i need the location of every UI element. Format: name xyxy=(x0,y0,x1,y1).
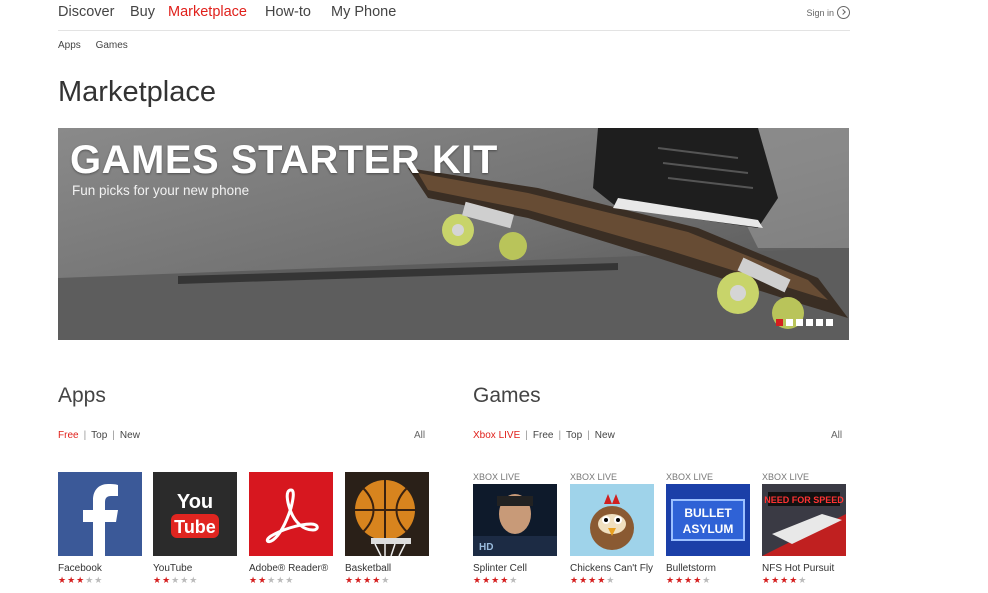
sub-navigation: Apps Games xyxy=(58,40,140,51)
facebook-icon xyxy=(58,472,142,556)
carousel-dot-4[interactable] xyxy=(806,319,813,326)
app-tile-adobe-reader[interactable]: Adobe® Reader® ★★★★★ xyxy=(249,472,333,586)
rating-stars: ★★★★★ xyxy=(249,575,295,585)
rating-stars: ★★★★★ xyxy=(345,575,391,585)
game-tile-nfs-hot-pursuit[interactable]: XBOX LIVE NEED FOR SPEED NFS Hot Pursuit… xyxy=(762,472,846,586)
app-name: YouTube xyxy=(153,563,193,574)
chicken-icon xyxy=(570,484,654,556)
game-name: NFS Hot Pursuit xyxy=(762,563,835,574)
xbox-live-badge: XBOX LIVE xyxy=(570,472,618,482)
app-name: Adobe® Reader® xyxy=(249,563,329,574)
hero-banner[interactable]: GAMES STARTER KIT Fun picks for your new… xyxy=(58,128,849,340)
carousel-indicators xyxy=(776,319,833,326)
nfs-icon: NEED FOR SPEED xyxy=(762,484,846,556)
xbox-live-badge: XBOX LIVE xyxy=(762,472,810,482)
svg-text:ASYLUM: ASYLUM xyxy=(683,522,734,536)
rating-stars: ★★★★★ xyxy=(58,575,104,585)
separator: | xyxy=(525,430,528,441)
separator: | xyxy=(558,430,562,441)
games-section-title: Games xyxy=(473,384,541,407)
game-tile-chickens-cant-fly[interactable]: XBOX LIVE Chickens Can't Fly ★★★★★ xyxy=(570,472,654,586)
game-name: Splinter Cell xyxy=(473,563,527,574)
games-filter-xbox-live[interactable]: Xbox LIVE xyxy=(473,430,520,441)
games-all-link[interactable]: All xyxy=(831,430,842,441)
svg-text:HD: HD xyxy=(479,542,493,553)
rating-stars: ★★★★★ xyxy=(473,575,519,585)
xbox-live-badge: XBOX LIVE xyxy=(666,472,714,482)
youtube-icon: You Tube xyxy=(153,472,237,556)
apps-filter-free[interactable]: Free xyxy=(58,430,79,441)
top-navigation: Discover Buy Marketplace How-to My Phone… xyxy=(58,4,850,31)
separator: | xyxy=(112,430,115,441)
game-tile-bulletstorm[interactable]: XBOX LIVE BULLET ASYLUM Bulletstorm ★★★★… xyxy=(666,472,750,586)
svg-text:You: You xyxy=(177,491,213,513)
game-name: Bulletstorm xyxy=(666,563,717,574)
nav-discover[interactable]: Discover xyxy=(58,4,114,20)
svg-text:NEED FOR SPEED: NEED FOR SPEED xyxy=(764,495,844,505)
hero-title: GAMES STARTER KIT xyxy=(70,138,498,182)
subnav-apps[interactable]: Apps xyxy=(58,40,81,51)
separator: | xyxy=(83,430,87,441)
apps-filter-new[interactable]: New xyxy=(120,430,140,441)
app-name: Basketball xyxy=(345,563,392,574)
page-title: Marketplace xyxy=(58,76,216,108)
nav-my-phone[interactable]: My Phone xyxy=(331,4,396,20)
app-name: Facebook xyxy=(58,563,102,574)
carousel-dot-5[interactable] xyxy=(816,319,823,326)
splinter-cell-icon: HD xyxy=(473,484,557,556)
app-tile-facebook[interactable]: Facebook ★★★★★ xyxy=(58,472,142,586)
games-filters: Xbox LIVE | Free | Top | New xyxy=(473,430,615,441)
nav-how-to[interactable]: How-to xyxy=(265,4,311,20)
rating-stars: ★★★★★ xyxy=(762,575,808,585)
app-tile-basketball[interactable]: Basketball ★★★★★ xyxy=(345,472,429,586)
apps-filters: Free | Top | New xyxy=(58,430,140,441)
xbox-live-badge: XBOX LIVE xyxy=(473,472,521,482)
carousel-dot-6[interactable] xyxy=(826,319,833,326)
apps-all-link[interactable]: All xyxy=(414,430,425,441)
carousel-dot-3[interactable] xyxy=(796,319,803,326)
game-tile-splinter-cell[interactable]: XBOX LIVE HD Splinter Cell ★★★★★ xyxy=(473,472,557,586)
nav-buy[interactable]: Buy xyxy=(130,4,155,20)
apps-section-title: Apps xyxy=(58,384,106,407)
app-tile-youtube[interactable]: You Tube YouTube ★★★★★ xyxy=(153,472,237,586)
sign-in-link[interactable]: Sign in xyxy=(806,6,850,19)
arrow-circle-icon xyxy=(837,6,850,19)
rating-stars: ★★★★★ xyxy=(666,575,712,585)
svg-text:BULLET: BULLET xyxy=(684,506,732,520)
carousel-dot-1[interactable] xyxy=(776,319,783,326)
separator: | xyxy=(587,430,590,441)
sign-in-label: Sign in xyxy=(806,7,834,18)
svg-text:Tube: Tube xyxy=(174,517,216,537)
rating-stars: ★★★★★ xyxy=(570,575,616,585)
rating-stars: ★★★★★ xyxy=(153,575,199,585)
carousel-dot-2[interactable] xyxy=(786,319,793,326)
games-filter-free[interactable]: Free xyxy=(533,430,554,441)
games-filter-top[interactable]: Top xyxy=(566,430,582,441)
apps-filter-top[interactable]: Top xyxy=(91,430,107,441)
games-filter-new[interactable]: New xyxy=(595,430,615,441)
hero-subtitle: Fun picks for your new phone xyxy=(72,183,250,198)
nav-marketplace[interactable]: Marketplace xyxy=(168,4,247,20)
subnav-games[interactable]: Games xyxy=(96,40,128,51)
bulletstorm-icon: BULLET ASYLUM xyxy=(666,484,750,556)
game-name: Chickens Can't Fly xyxy=(570,563,654,574)
basketball-icon xyxy=(345,472,429,556)
adobe-reader-icon xyxy=(249,472,333,556)
